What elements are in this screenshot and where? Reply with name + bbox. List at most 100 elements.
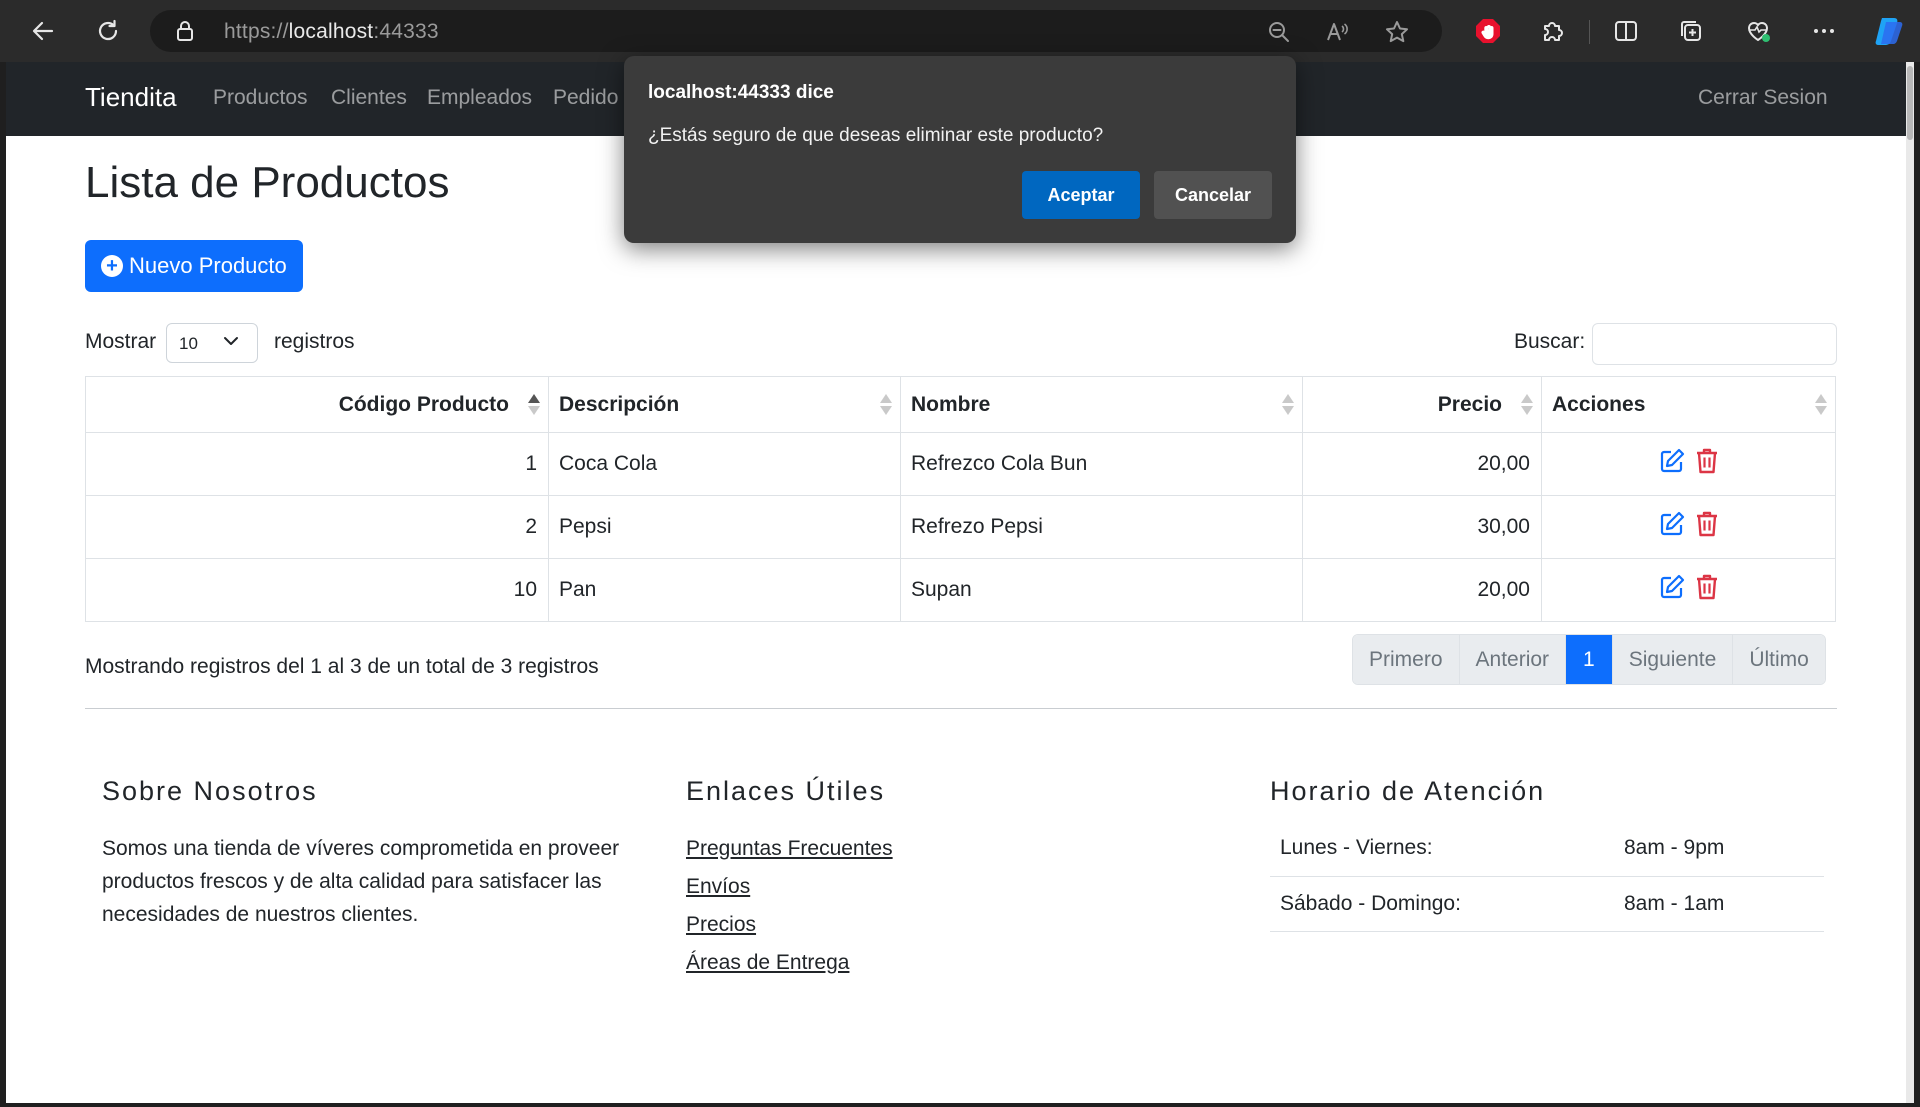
column-header-label: Descripción (559, 392, 680, 416)
trash-icon[interactable] (1694, 447, 1720, 481)
edit-icon[interactable] (1658, 447, 1686, 481)
cell-codigo: 10 (85, 558, 549, 622)
useful-links-list: Preguntas Frecuentes Envíos Precios Área… (686, 832, 893, 984)
trash-icon[interactable] (1694, 573, 1720, 607)
scrollbar-thumb[interactable] (1907, 66, 1913, 140)
table-row: 2 Pepsi Refrezo Pepsi 30,00 (85, 495, 1836, 559)
trash-icon[interactable] (1694, 510, 1720, 544)
products-table: Código Producto Descripción Nombre Preci… (85, 376, 1836, 622)
address-bar[interactable]: https://localhost:44333 (150, 10, 1442, 52)
cell-nombre: Refrezo Pepsi (900, 495, 1303, 559)
table-header-row: Código Producto Descripción Nombre Preci… (85, 376, 1836, 433)
lock-icon[interactable] (176, 20, 194, 47)
read-aloud-icon[interactable] (1324, 19, 1350, 45)
sort-icon (1815, 394, 1827, 416)
search-label: Buscar: (1514, 330, 1586, 353)
cell-descripcion: Coca Cola (548, 432, 901, 496)
column-header-acciones[interactable]: Acciones (1541, 376, 1836, 433)
zoom-out-icon[interactable] (1266, 19, 1292, 45)
new-product-label: Nuevo Producto (129, 253, 287, 278)
column-header-descripcion[interactable]: Descripción (548, 376, 901, 433)
cell-codigo: 1 (85, 432, 549, 496)
link-precios[interactable]: Precios (686, 908, 893, 946)
browser-toolbar: https://localhost:44333 (0, 0, 1920, 62)
sort-icon (1521, 394, 1533, 416)
length-suffix-label: registros (274, 330, 355, 353)
pagination-next[interactable]: Siguiente (1612, 635, 1734, 684)
page-length-value: 10 (179, 334, 198, 353)
refresh-button[interactable] (89, 12, 127, 50)
hours-row: Sábado - Domingo: 8am - 1am (1270, 876, 1824, 932)
more-options-icon[interactable] (1808, 15, 1840, 47)
useful-links-heading: Enlaces Útiles (686, 776, 886, 806)
back-button[interactable] (24, 12, 62, 50)
logout-link[interactable]: Cerrar Sesion (1698, 86, 1828, 110)
browser-essentials-heart-icon[interactable] (1742, 15, 1774, 47)
link-faq[interactable]: Preguntas Frecuentes (686, 832, 893, 870)
confirm-dialog: localhost:44333 dice ¿Estás seguro de qu… (624, 56, 1296, 243)
favorite-star-icon[interactable] (1384, 19, 1410, 45)
nav-link-clientes[interactable]: Clientes (331, 86, 407, 110)
hours-days: Lunes - Viernes: (1270, 821, 1624, 877)
edit-icon[interactable] (1658, 510, 1686, 544)
hours-days: Sábado - Domingo: (1270, 876, 1624, 932)
cell-precio: 30,00 (1302, 495, 1542, 559)
hours-heading: Horario de Atención (1270, 776, 1546, 806)
column-header-label: Acciones (1552, 392, 1646, 416)
dialog-cancel-button[interactable]: Cancelar (1154, 171, 1272, 219)
sort-icon (880, 394, 892, 416)
link-envios[interactable]: Envíos (686, 870, 893, 908)
nav-link-empleados[interactable]: Empleados (427, 86, 532, 110)
collections-icon[interactable] (1675, 15, 1707, 47)
cell-acciones (1541, 495, 1836, 559)
page-length-select[interactable]: 10 (166, 323, 258, 363)
column-header-codigo[interactable]: Código Producto (85, 376, 549, 433)
extensions-puzzle-icon[interactable] (1537, 15, 1569, 47)
hours-time: 8am - 9pm (1624, 821, 1824, 877)
cell-nombre: Refrezco Cola Bun (900, 432, 1303, 496)
dialog-accept-button[interactable]: Aceptar (1022, 171, 1140, 219)
column-header-nombre[interactable]: Nombre (900, 376, 1303, 433)
brand-link[interactable]: Tiendita (85, 82, 177, 113)
dialog-title: localhost:44333 dice (648, 82, 834, 103)
page-title: Lista de Productos (85, 158, 450, 207)
about-heading: Sobre Nosotros (102, 776, 318, 806)
nav-link-productos[interactable]: Productos (213, 86, 308, 110)
chevron-down-icon (223, 333, 239, 354)
hours-table: Lunes - Viernes: 8am - 9pm Sábado - Domi… (1270, 821, 1824, 932)
split-screen-icon[interactable] (1610, 15, 1642, 47)
pagination-page-current[interactable]: 1 (1566, 635, 1613, 684)
cell-codigo: 2 (85, 495, 549, 559)
table-info-text: Mostrando registros del 1 al 3 de un tot… (85, 655, 599, 678)
pagination: Primero Anterior 1 Siguiente Último (1352, 634, 1826, 685)
plus-circle-icon: + (101, 255, 123, 277)
pagination-previous[interactable]: Anterior (1459, 635, 1567, 684)
page-scrollbar[interactable] (1906, 62, 1914, 1103)
nav-link-pedido[interactable]: Pedido (553, 86, 618, 110)
refresh-icon (98, 19, 118, 41)
cell-acciones (1541, 432, 1836, 496)
hours-row: Lunes - Viernes: 8am - 9pm (1270, 821, 1824, 877)
cell-precio: 20,00 (1302, 558, 1542, 622)
url-text[interactable]: https://localhost:44333 (224, 20, 439, 44)
link-areas-entrega[interactable]: Áreas de Entrega (686, 946, 893, 984)
new-product-button[interactable]: + Nuevo Producto (85, 240, 303, 292)
table-row: 1 Coca Cola Refrezco Cola Bun 20,00 (85, 432, 1836, 496)
cell-descripcion: Pepsi (548, 495, 901, 559)
pagination-last[interactable]: Último (1733, 635, 1825, 684)
search-input[interactable] (1592, 323, 1837, 365)
cell-nombre: Supan (900, 558, 1303, 622)
copilot-icon[interactable] (1870, 15, 1908, 47)
column-header-label: Nombre (911, 392, 991, 416)
about-text: Somos una tienda de víveres comprometida… (102, 837, 620, 926)
cell-precio: 20,00 (1302, 432, 1542, 496)
back-arrow-icon (32, 21, 54, 41)
sort-ascending-icon (528, 394, 540, 416)
toolbar-divider (1589, 20, 1590, 44)
edit-icon[interactable] (1658, 573, 1686, 607)
pagination-first[interactable]: Primero (1353, 635, 1460, 684)
table-row: 10 Pan Supan 20,00 (85, 558, 1836, 622)
column-header-precio[interactable]: Precio (1302, 376, 1542, 433)
hours-time: 8am - 1am (1624, 876, 1824, 932)
adblock-stop-icon[interactable] (1472, 15, 1504, 47)
